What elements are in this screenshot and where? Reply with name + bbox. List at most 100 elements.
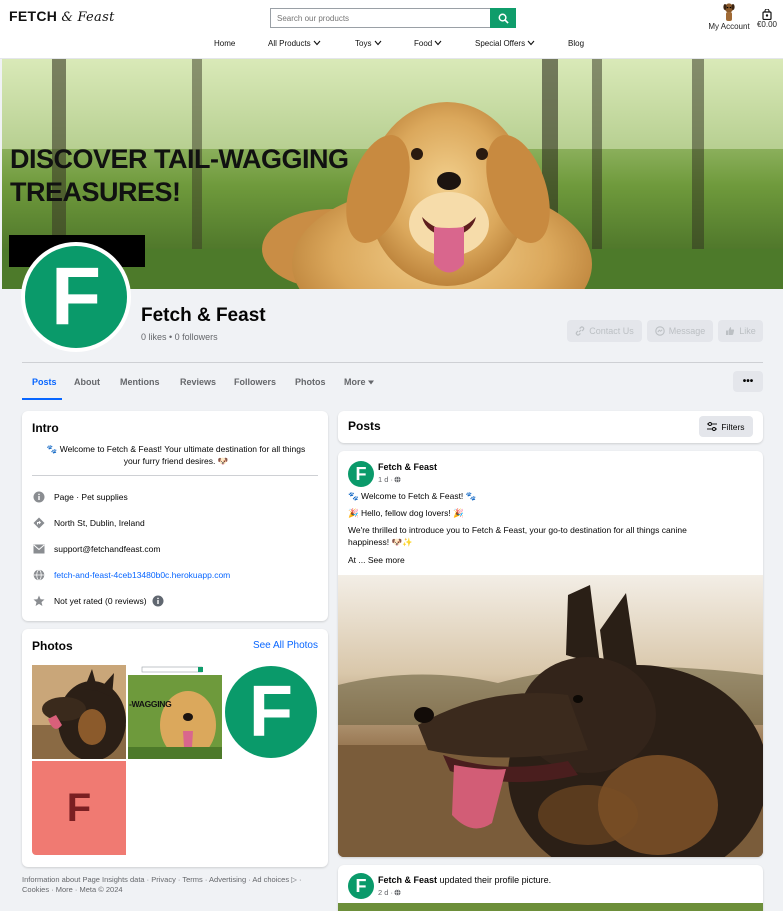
photo-logo-letter: F: [249, 672, 293, 752]
nav-home[interactable]: Home: [214, 39, 235, 48]
tab-more[interactable]: More: [344, 377, 375, 387]
nav-all-products[interactable]: All Products: [268, 39, 321, 48]
message-label: Message: [668, 326, 706, 336]
photos-title: Photos: [32, 639, 73, 653]
like-label: Like: [739, 326, 756, 336]
search-button[interactable]: [490, 8, 516, 28]
post-line2: 🎉 Hello, fellow dog lovers! 🎉: [348, 508, 464, 518]
photo-thumb-pink-logo[interactable]: F: [32, 761, 126, 855]
intro-rating: Not yet rated (0 reviews): [54, 595, 147, 606]
profile-logo: F: [25, 246, 127, 348]
search-input[interactable]: [271, 9, 491, 27]
chevron-down-icon: [374, 40, 382, 46]
photo-thumb-cover-text: -WAGGING: [129, 699, 172, 709]
photo-thumb-cover[interactable]: -WAGGING: [128, 665, 222, 759]
filters-button[interactable]: Filters: [699, 416, 753, 437]
tab-about[interactable]: About: [74, 377, 100, 387]
globe-icon: [394, 889, 401, 896]
directions-icon: [32, 516, 45, 529]
cover-screenshot-photo: [128, 665, 222, 759]
post-line1: 🐾 Welcome to Fetch & Feast! 🐾: [348, 491, 477, 501]
cart-total: €0.00: [756, 20, 778, 29]
chevron-down-icon: [527, 40, 535, 46]
post-action-text: updated their profile picture.: [437, 875, 552, 885]
search-icon: [498, 13, 509, 24]
post-timestamp[interactable]: 2 d ·: [378, 888, 393, 897]
cover-headline: DISCOVER TAIL-WAGGING TREASURES!: [10, 143, 349, 209]
intro-category: Page · Pet supplies: [54, 491, 128, 502]
post-author-avatar[interactable]: F: [348, 461, 374, 487]
intro-category-row: Page · Pet supplies: [32, 490, 128, 503]
brand-bold: FETCH: [9, 8, 58, 24]
posts-header-card: Posts Filters: [338, 411, 763, 443]
post-avatar-letter: F: [355, 875, 367, 896]
thumbs-up-icon: [726, 327, 735, 335]
search-bar: [270, 8, 516, 28]
post-card: F Fetch & Feast updated their profile pi…: [338, 865, 763, 911]
sliders-icon: [707, 422, 718, 431]
brand-amp: &: [61, 10, 74, 25]
photo-thumb-shepherd[interactable]: [32, 665, 126, 759]
globe-icon: [32, 568, 45, 581]
photo-logo-circle: F: [225, 666, 317, 758]
cart-link[interactable]: €0.00: [752, 9, 782, 29]
footer-line2[interactable]: Cookies · More · Meta © 2024: [22, 885, 327, 895]
intro-bio: 🐾 Welcome to Fetch & Feast! Your ultimat…: [46, 444, 306, 466]
my-account-label: My Account: [708, 22, 750, 31]
see-all-photos-link[interactable]: See All Photos: [253, 640, 318, 651]
tab-mentions[interactable]: Mentions: [120, 377, 160, 387]
nav-special-offers[interactable]: Special Offers: [475, 39, 535, 48]
german-shepherd-post-image: [338, 575, 763, 857]
intro-website-link[interactable]: fetch-and-feast-4ceb13480b0c.herokuapp.c…: [54, 570, 230, 580]
like-button[interactable]: Like: [718, 320, 763, 342]
photos-card: Photos See All Photos -WAGGING F F: [22, 629, 328, 867]
my-account-link[interactable]: My Account: [706, 2, 752, 31]
footer-line1[interactable]: Information about Page Insights data · P…: [22, 875, 327, 885]
more-options-label: •••: [742, 376, 754, 387]
intro-rating-row: Not yet rated (0 reviews): [32, 594, 164, 607]
posts-title: Posts: [348, 419, 381, 433]
star-icon: [32, 594, 45, 607]
post-image[interactable]: [338, 575, 763, 857]
shop-logo[interactable]: FETCH & Feast: [9, 8, 115, 25]
post-author-avatar[interactable]: F: [348, 873, 374, 899]
post-author-name[interactable]: Fetch & Feast: [378, 462, 437, 472]
tab-posts[interactable]: Posts: [32, 377, 57, 387]
post-meta: 1 d ·: [378, 475, 437, 484]
chevron-down-icon: [435, 40, 442, 46]
intro-address: North St, Dublin, Ireland: [54, 517, 145, 528]
tab-followers[interactable]: Followers: [234, 377, 276, 387]
post-author-block: Fetch & Feast updated their profile pict…: [378, 875, 551, 897]
nav-special-offers-label: Special Offers: [475, 39, 526, 48]
photo-thumb-logo[interactable]: F: [224, 665, 318, 759]
chevron-down-icon: [313, 40, 321, 46]
nav-toys[interactable]: Toys: [355, 39, 382, 48]
intro-website-row[interactable]: fetch-and-feast-4ceb13480b0c.herokuapp.c…: [32, 568, 230, 581]
shop-header: FETCH & Feast My Account €0.00: [0, 0, 783, 59]
contact-us-button[interactable]: Contact Us: [567, 320, 642, 342]
post-image-preview[interactable]: [338, 903, 763, 911]
post-see-more[interactable]: At ... See more: [348, 554, 405, 566]
nav-toys-label: Toys: [355, 39, 372, 48]
nav-blog[interactable]: Blog: [568, 39, 584, 48]
intro-address-row: North St, Dublin, Ireland: [32, 516, 145, 529]
post-line3b: happiness! 🐶✨: [348, 537, 413, 547]
intro-email-row: support@fetchandfeast.com: [32, 542, 160, 555]
nav-all-products-label: All Products: [268, 39, 311, 48]
post-avatar-letter: F: [355, 463, 367, 484]
profile-picture[interactable]: F: [21, 242, 131, 352]
intro-email: support@fetchandfeast.com: [54, 543, 161, 554]
nav-food[interactable]: Food: [414, 39, 442, 48]
post-author-name[interactable]: Fetch & Feast: [378, 875, 437, 885]
tab-reviews[interactable]: Reviews: [180, 377, 216, 387]
post-timestamp[interactable]: 1 d ·: [378, 475, 393, 484]
post-author-block: Fetch & Feast 1 d ·: [378, 462, 437, 484]
cover-photo[interactable]: DISCOVER TAIL-WAGGING TREASURES!: [2, 59, 783, 289]
intro-card: Intro 🐾 Welcome to Fetch & Feast! Your u…: [22, 411, 328, 621]
link-icon: [576, 326, 585, 336]
brand-script: Feast: [77, 10, 115, 25]
more-options-button[interactable]: •••: [733, 371, 763, 392]
message-button[interactable]: Message: [647, 320, 713, 342]
rating-info-icon[interactable]: [152, 595, 164, 607]
tab-photos[interactable]: Photos: [295, 377, 326, 387]
